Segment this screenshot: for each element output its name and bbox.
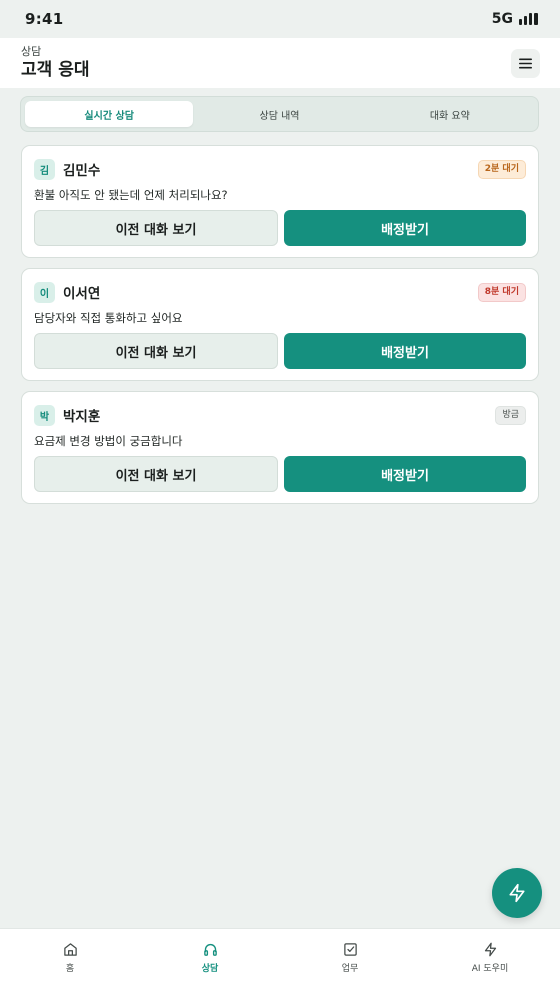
view-history-button[interactable]: 이전 대화 보기 (34, 333, 278, 369)
page-title: 고객 응대 (21, 60, 90, 80)
card-actions: 이전 대화 보기 배정받기 (34, 333, 526, 369)
status-indicators: 5G (492, 11, 538, 27)
customer-message: 환불 아직도 안 됐는데 언제 처리되나요? (34, 188, 228, 202)
nav-label: 업무 (341, 964, 359, 974)
app-header: 상담 고객 응대 (0, 38, 560, 88)
lightning-icon (484, 942, 496, 957)
status-bar: 9:41 5G (0, 0, 560, 38)
header-subtitle: 상담 (21, 45, 42, 58)
assign-button[interactable]: 배정받기 (284, 333, 526, 369)
tab-bar: 실시간 상담 상담 내역 대화 요약 (20, 96, 539, 132)
nav-item-tasks[interactable]: 업무 (280, 929, 420, 996)
tab-chat-summary[interactable]: 대화 요약 (366, 101, 534, 127)
headphones-icon (203, 943, 217, 956)
avatar: 박 (34, 404, 55, 426)
card-actions: 이전 대화 보기 배정받기 (34, 456, 526, 492)
nav-label: AI 도우미 (471, 964, 509, 974)
checkbox-icon (343, 943, 357, 956)
customer-info: 김 김민수 (34, 158, 101, 180)
card-header: 박 박지훈 방금 (34, 404, 526, 426)
customer-card: 박 박지훈 방금 요금제 변경 방법이 궁금합니다 이전 대화 보기 배정받기 (21, 391, 539, 504)
card-actions: 이전 대화 보기 배정받기 (34, 210, 526, 246)
hamburger-icon (519, 58, 532, 68)
lightning-icon (509, 883, 525, 903)
view-history-button[interactable]: 이전 대화 보기 (34, 456, 278, 492)
avatar: 김 (34, 158, 55, 180)
card-header: 이 이서연 8분 대기 (34, 281, 526, 303)
customer-name: 이서연 (63, 286, 101, 302)
signal-icon (519, 13, 538, 25)
tab-chat-history[interactable]: 상담 내역 (195, 101, 363, 127)
ai-assistant-fab[interactable] (492, 868, 542, 918)
nav-label: 상담 (201, 964, 219, 974)
customer-message: 요금제 변경 방법이 궁금합니다 (34, 434, 183, 448)
nav-label: 홈 (65, 964, 75, 974)
tab-live-chat[interactable]: 실시간 상담 (25, 101, 194, 127)
customer-name: 김민수 (63, 163, 101, 179)
customer-name: 박지훈 (63, 409, 101, 425)
nav-item-home[interactable]: 홈 (0, 929, 140, 996)
menu-button[interactable] (511, 48, 540, 78)
bottom-nav: 홈 상담 업무 AI 도우미 (0, 928, 560, 996)
customer-info: 박 박지훈 (34, 404, 101, 426)
wait-time-badge: 8분 대기 (477, 282, 526, 302)
customer-info: 이 이서연 (34, 281, 101, 303)
assign-button[interactable]: 배정받기 (284, 456, 526, 492)
nav-item-consult[interactable]: 상담 (140, 929, 280, 996)
home-icon (63, 943, 77, 956)
nav-item-ai-assistant[interactable]: AI 도우미 (420, 929, 560, 996)
status-time: 9:41 (25, 10, 64, 28)
avatar: 이 (34, 281, 55, 303)
network-label: 5G (491, 11, 513, 27)
card-header: 김 김민수 2분 대기 (34, 158, 526, 180)
wait-time-badge: 2분 대기 (477, 159, 526, 179)
wait-time-badge: 방금 (495, 405, 526, 425)
header-titles: 상담 고객 응대 (21, 45, 89, 81)
view-history-button[interactable]: 이전 대화 보기 (34, 210, 278, 246)
assign-button[interactable]: 배정받기 (284, 210, 526, 246)
customer-card: 이 이서연 8분 대기 담당자와 직접 통화하고 싶어요 이전 대화 보기 배정… (21, 268, 539, 381)
customer-card: 김 김민수 2분 대기 환불 아직도 안 됐는데 언제 처리되나요? 이전 대화… (21, 145, 539, 258)
customer-message: 담당자와 직접 통화하고 싶어요 (34, 311, 183, 325)
